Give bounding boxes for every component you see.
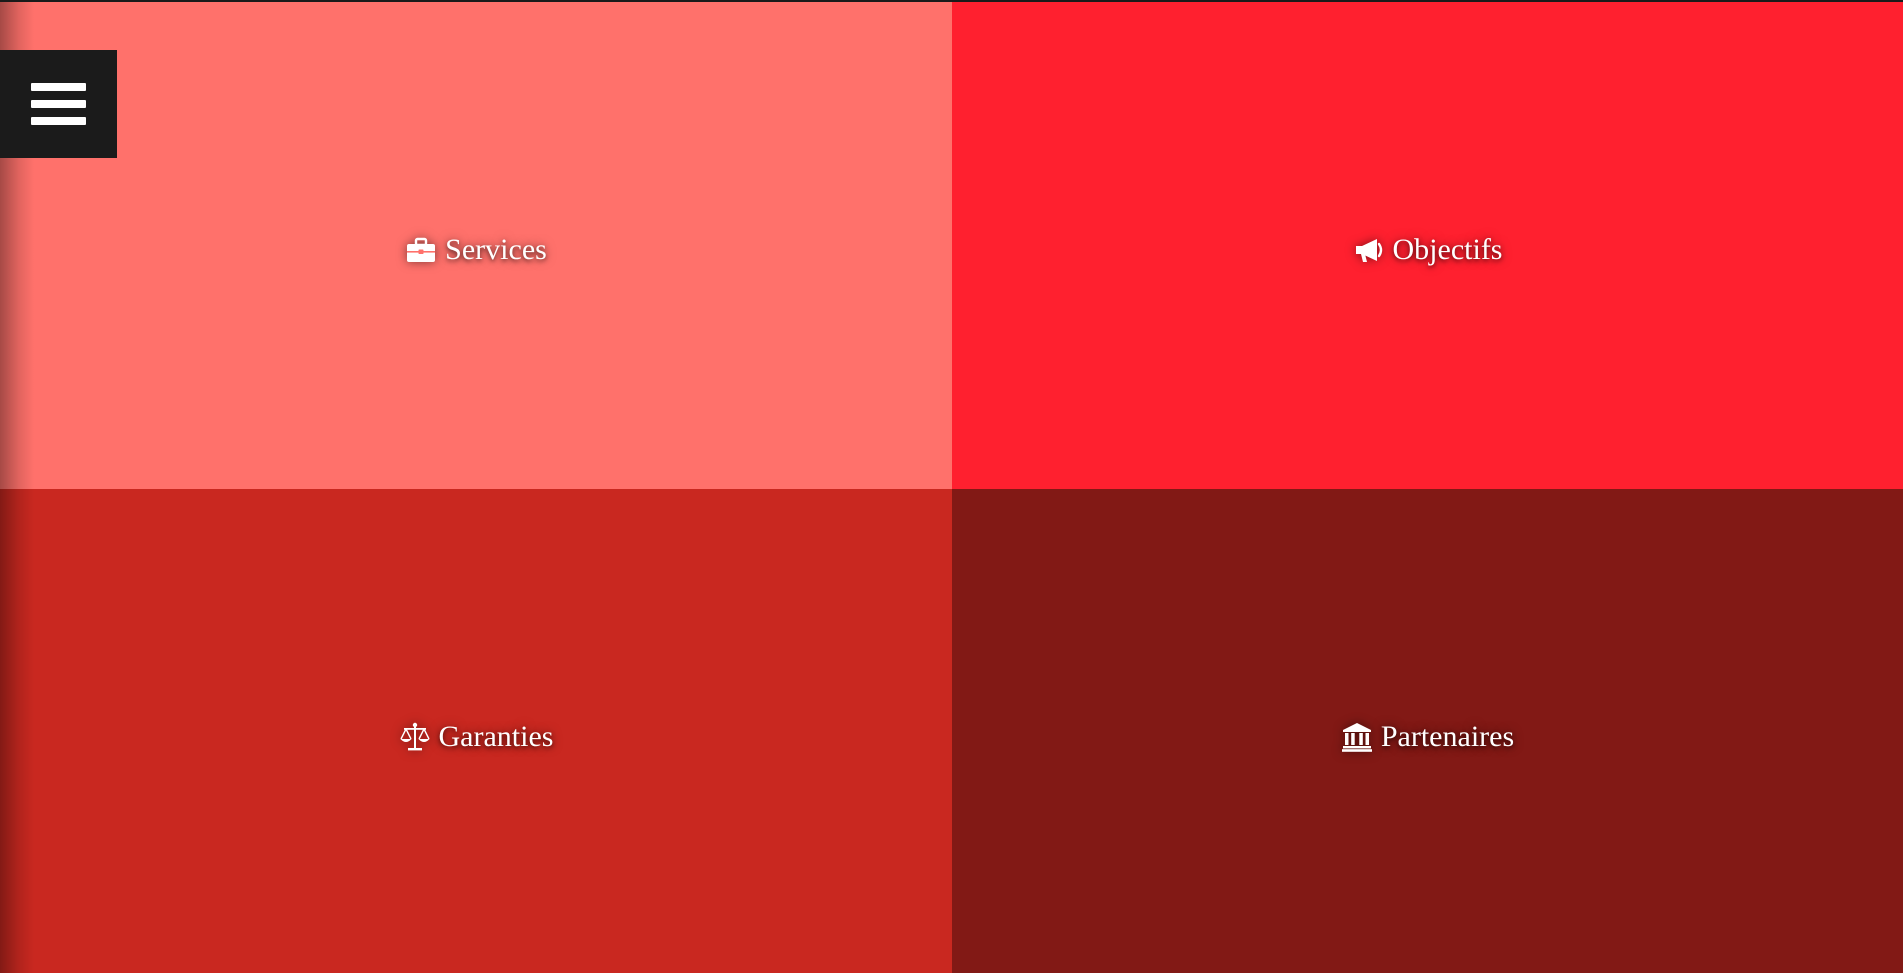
tile-grid: Services Objectifs Garanties Partenaires — [0, 2, 1903, 973]
bank-building-icon — [1341, 721, 1373, 753]
top-border — [0, 0, 1903, 2]
tile-garanties-content: Garanties — [0, 720, 952, 754]
balance-scale-icon — [399, 721, 431, 753]
hamburger-menu-icon-bar-2 — [31, 100, 86, 108]
tile-partenaires-label: Partenaires — [1380, 720, 1515, 753]
tile-services[interactable]: Services — [0, 2, 952, 489]
tile-services-content: Services — [0, 233, 952, 267]
tile-partenaires-content: Partenaires — [952, 720, 1903, 754]
tile-partenaires[interactable]: Partenaires — [952, 489, 1903, 973]
hamburger-menu-button[interactable] — [0, 50, 117, 158]
briefcase-icon — [405, 234, 437, 266]
megaphone-icon — [1353, 234, 1385, 266]
tile-services-label: Services — [445, 233, 547, 266]
tile-objectifs-content: Objectifs — [952, 233, 1903, 267]
tile-garanties-label: Garanties — [438, 720, 554, 753]
tile-objectifs[interactable]: Objectifs — [952, 2, 1903, 489]
tile-objectifs-label: Objectifs — [1392, 233, 1503, 266]
hamburger-menu-icon — [31, 83, 86, 91]
hamburger-menu-icon-bar-3 — [31, 117, 86, 125]
tile-garanties[interactable]: Garanties — [0, 489, 952, 973]
